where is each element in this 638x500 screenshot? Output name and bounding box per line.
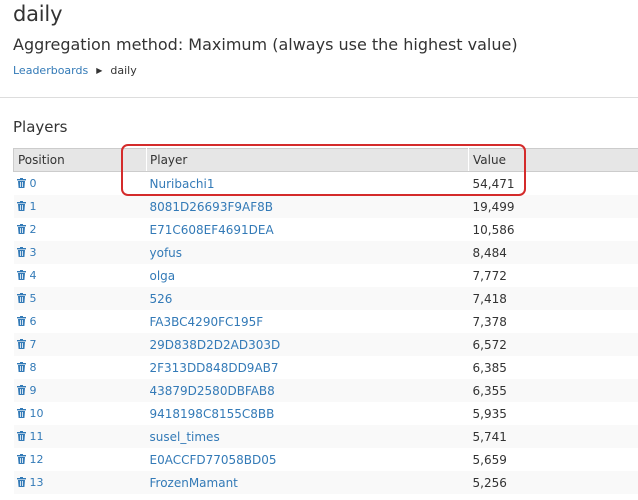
section-title: Players	[13, 118, 68, 136]
player-link[interactable]: yofus	[146, 241, 469, 264]
table-row: 5 526 7,418	[13, 287, 638, 310]
position-value[interactable]: 10	[30, 407, 44, 420]
player-link[interactable]: 2F313DD848DD9AB7	[146, 356, 469, 379]
table-row: 3 yofus 8,484	[13, 241, 638, 264]
player-link[interactable]: 8081D26693F9AF8B	[146, 195, 469, 218]
player-link[interactable]: Nuribachi1	[146, 171, 469, 195]
position-value[interactable]: 13	[30, 476, 44, 489]
players-table: Position Player Value 0 Nuribachi1 54,471 1…	[13, 148, 638, 494]
value-cell: 54,471	[468, 171, 638, 195]
trash-icon[interactable]	[16, 178, 26, 188]
page-subtitle: Aggregation method: Maximum (always use …	[13, 35, 518, 54]
position-value[interactable]: 4	[30, 269, 37, 282]
position-cell[interactable]: 5	[13, 287, 147, 310]
value-cell: 6,355	[468, 379, 638, 402]
table-row: 6 FA3BC4290FC195F 7,378	[13, 310, 638, 333]
trash-icon[interactable]	[16, 362, 26, 372]
breadcrumb-current: daily	[110, 64, 137, 77]
position-cell[interactable]: 9	[13, 379, 147, 402]
position-cell[interactable]: 11	[13, 425, 147, 448]
header-value[interactable]: Value	[468, 148, 638, 172]
breadcrumb: Leaderboards ▶ daily	[13, 64, 137, 77]
breadcrumb-link-leaderboards[interactable]: Leaderboards	[13, 64, 88, 77]
table-row: 2 E71C608EF4691DEA 10,586	[13, 218, 638, 241]
trash-icon[interactable]	[16, 293, 26, 303]
position-cell[interactable]: 10	[13, 402, 147, 425]
trash-icon[interactable]	[16, 339, 26, 349]
position-cell[interactable]: 13	[13, 471, 147, 494]
trash-icon[interactable]	[16, 224, 26, 234]
player-link[interactable]: 526	[146, 287, 469, 310]
value-cell: 7,772	[468, 264, 638, 287]
position-cell[interactable]: 7	[13, 333, 147, 356]
position-cell[interactable]: 1	[13, 195, 147, 218]
trash-icon[interactable]	[16, 454, 26, 464]
player-link[interactable]: E71C608EF4691DEA	[146, 218, 469, 241]
player-link[interactable]: FrozenMamant	[146, 471, 469, 494]
table-row: 11 susel_times 5,741	[13, 425, 638, 448]
trash-icon[interactable]	[16, 385, 26, 395]
trash-icon[interactable]	[16, 477, 26, 487]
position-cell[interactable]: 4	[13, 264, 147, 287]
value-cell: 10,586	[468, 218, 638, 241]
position-value[interactable]: 8	[30, 361, 37, 374]
table-row: 4 olga 7,772	[13, 264, 638, 287]
player-link[interactable]: FA3BC4290FC195F	[146, 310, 469, 333]
trash-icon[interactable]	[16, 408, 26, 418]
header-player[interactable]: Player	[146, 148, 469, 172]
position-value[interactable]: 1	[30, 200, 37, 213]
player-link[interactable]: 43879D2580DBFAB8	[146, 379, 469, 402]
trash-icon[interactable]	[16, 201, 26, 211]
trash-icon[interactable]	[16, 247, 26, 257]
value-cell: 5,741	[468, 425, 638, 448]
value-cell: 8,484	[468, 241, 638, 264]
divider	[0, 97, 638, 98]
position-cell[interactable]: 6	[13, 310, 147, 333]
page-title: daily	[13, 2, 63, 26]
position-value[interactable]: 5	[30, 292, 37, 305]
header-position[interactable]: Position	[13, 148, 147, 172]
table-row: 10 9418198C8155C8BB 5,935	[13, 402, 638, 425]
position-cell[interactable]: 3	[13, 241, 147, 264]
position-cell[interactable]: 12	[13, 448, 147, 471]
position-value[interactable]: 2	[30, 223, 37, 236]
player-link[interactable]: 9418198C8155C8BB	[146, 402, 469, 425]
value-cell: 7,378	[468, 310, 638, 333]
table-row: 13 FrozenMamant 5,256	[13, 471, 638, 494]
position-cell[interactable]: 2	[13, 218, 147, 241]
player-link[interactable]: olga	[146, 264, 469, 287]
table-row: 7 29D838D2D2AD303D 6,572	[13, 333, 638, 356]
table-row: 9 43879D2580DBFAB8 6,355	[13, 379, 638, 402]
position-value[interactable]: 3	[30, 246, 37, 259]
value-cell: 19,499	[468, 195, 638, 218]
position-value[interactable]: 6	[30, 315, 37, 328]
position-value[interactable]: 12	[30, 453, 44, 466]
table-header-row: Position Player Value	[13, 148, 638, 172]
position-value[interactable]: 0	[30, 177, 37, 190]
value-cell: 6,572	[468, 333, 638, 356]
table-row: 1 8081D26693F9AF8B 19,499	[13, 195, 638, 218]
value-cell: 5,256	[468, 471, 638, 494]
value-cell: 5,659	[468, 448, 638, 471]
table-row: 8 2F313DD848DD9AB7 6,385	[13, 356, 638, 379]
trash-icon[interactable]	[16, 270, 26, 280]
position-value[interactable]: 9	[30, 384, 37, 397]
trash-icon[interactable]	[16, 431, 26, 441]
trash-icon[interactable]	[16, 316, 26, 326]
chevron-right-icon: ▶	[96, 66, 103, 75]
player-link[interactable]: 29D838D2D2AD303D	[146, 333, 469, 356]
table-row: 12 E0ACCFD77058BD05 5,659	[13, 448, 638, 471]
position-cell[interactable]: 0	[13, 171, 147, 195]
value-cell: 7,418	[468, 287, 638, 310]
player-link[interactable]: susel_times	[146, 425, 469, 448]
value-cell: 6,385	[468, 356, 638, 379]
table-row: 0 Nuribachi1 54,471	[13, 171, 638, 195]
position-cell[interactable]: 8	[13, 356, 147, 379]
position-value[interactable]: 7	[30, 338, 37, 351]
position-value[interactable]: 11	[30, 430, 44, 443]
value-cell: 5,935	[468, 402, 638, 425]
player-link[interactable]: E0ACCFD77058BD05	[146, 448, 469, 471]
